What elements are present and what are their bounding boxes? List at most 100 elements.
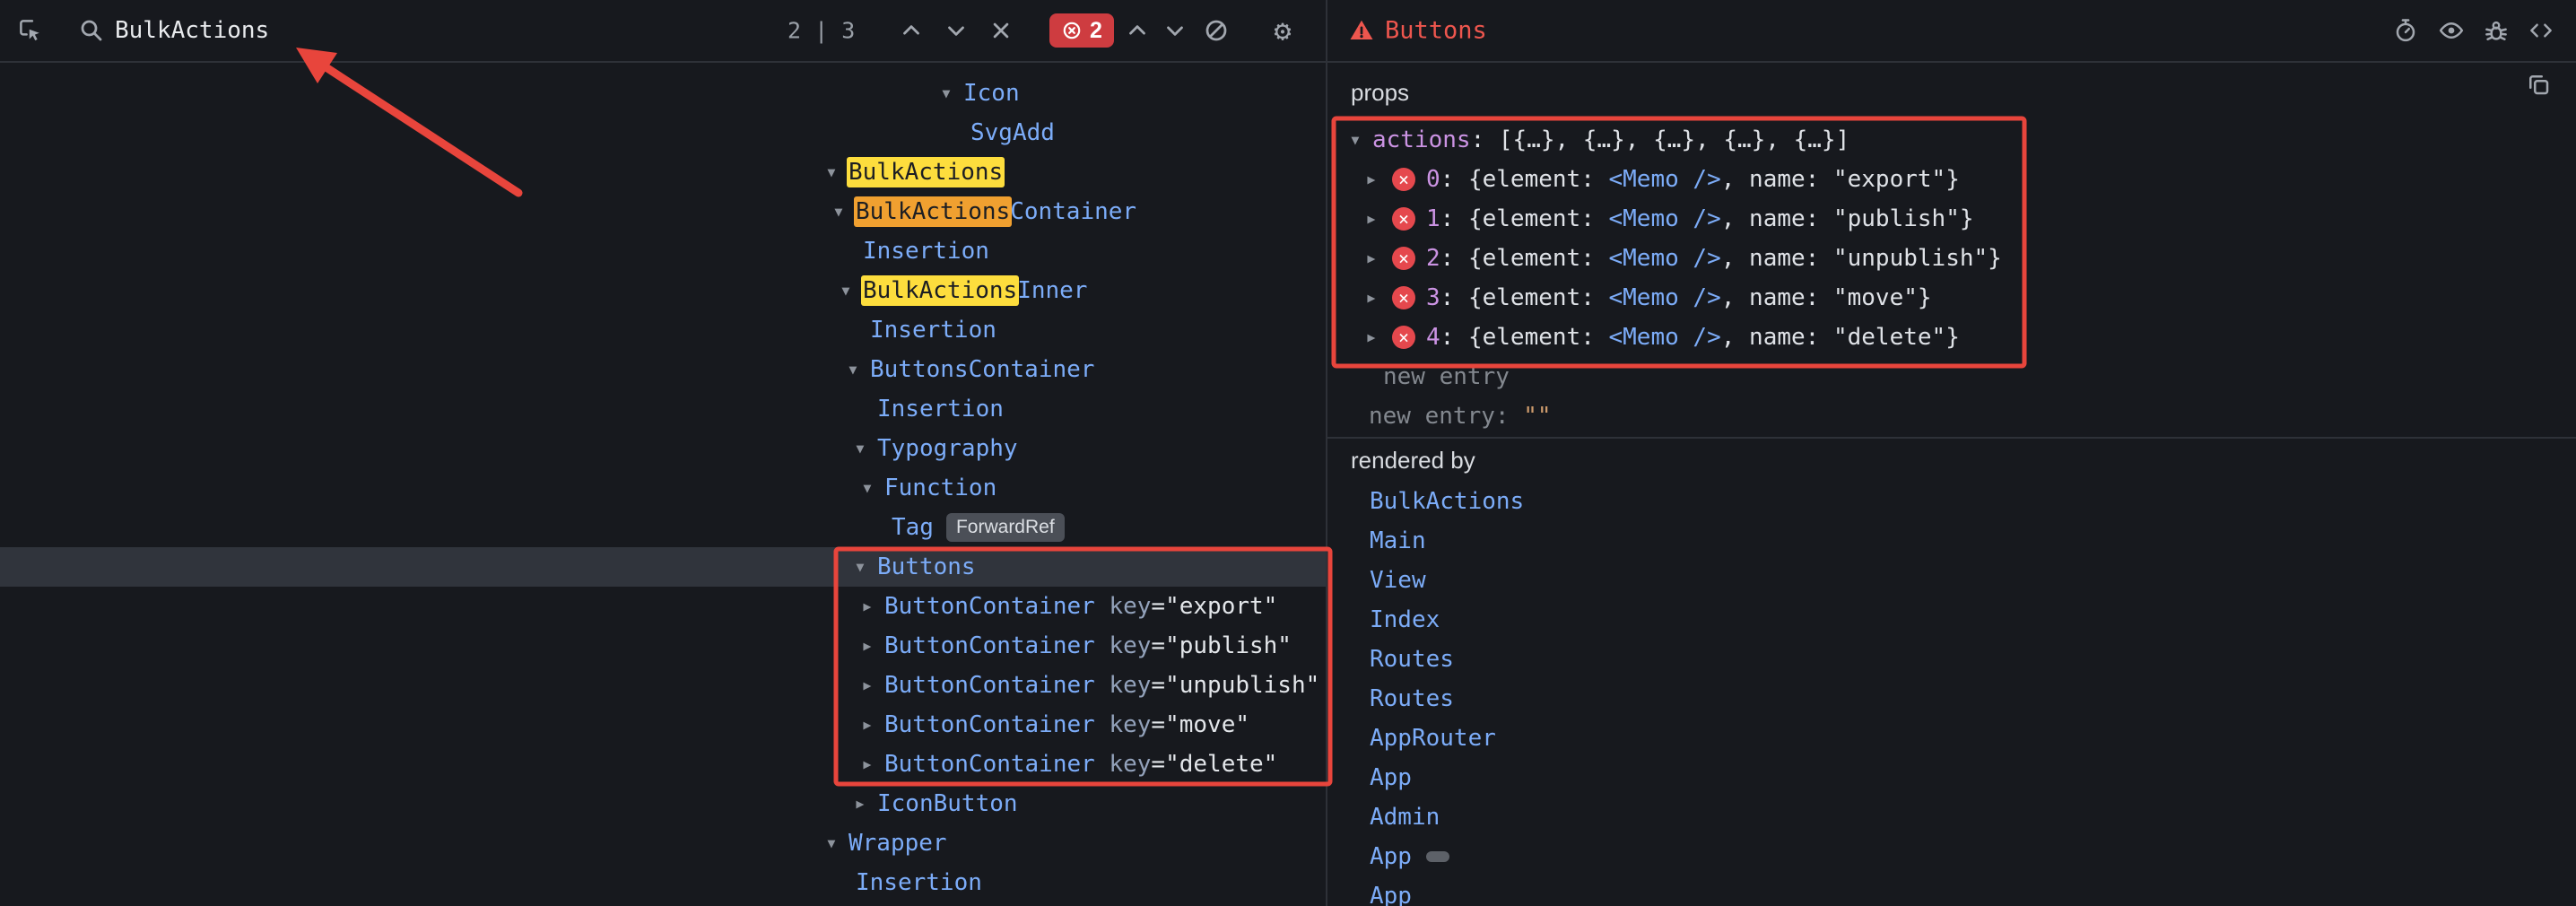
remove-entry-icon[interactable]: × <box>1392 207 1415 231</box>
rendered-by-item[interactable]: BulkActions <box>1327 482 2576 521</box>
tree-row[interactable]: ▸ButtonContainer key="publish" <box>0 626 1326 666</box>
chevron-down-icon[interactable]: ▾ <box>840 281 863 301</box>
rendered-by-item[interactable]: App <box>1327 837 2576 876</box>
remove-entry-icon[interactable]: × <box>1392 168 1415 191</box>
chevron-down-icon[interactable]: ▾ <box>847 360 870 380</box>
tree-row[interactable]: ▸IconButton <box>0 784 1326 823</box>
rendered-by-item[interactable]: Admin <box>1327 797 2576 837</box>
tree-row[interactable]: ▾BulkActionsInner <box>0 271 1326 310</box>
tree-row[interactable]: ▸ButtonContainer key="move" <box>0 705 1326 745</box>
panel-divider[interactable] <box>1326 0 1327 906</box>
stopwatch-icon[interactable] <box>2389 14 2422 47</box>
rendered-by-item[interactable]: Routes <box>1327 640 2576 679</box>
chevron-right-icon[interactable]: ▸ <box>861 597 884 617</box>
tree-row[interactable]: ▾Icon <box>0 74 1326 113</box>
rendered-by-item[interactable]: App <box>1327 758 2576 797</box>
circle-slash-icon[interactable] <box>1200 14 1232 47</box>
remove-entry-icon[interactable]: × <box>1392 247 1415 270</box>
search-input[interactable] <box>115 0 671 61</box>
rendered-by-item[interactable]: Index <box>1327 600 2576 640</box>
chevron-right-icon[interactable]: ▸ <box>861 636 884 657</box>
prop-row-array-item[interactable]: ▸×0: {element: <Memo />, name: "export"} <box>1327 160 2576 199</box>
chevron-down-icon[interactable]: ▾ <box>940 83 963 104</box>
prop-value: : {element: <box>1440 245 1609 272</box>
chevron-right-icon[interactable]: ▸ <box>861 675 884 696</box>
prop-row-array-item[interactable]: ▸×1: {element: <Memo />, name: "publish"… <box>1327 199 2576 239</box>
tree-row[interactable]: ▾BulkActionsContainer <box>0 192 1326 231</box>
tree-row[interactable]: ▸ButtonContainer key="unpublish" <box>0 666 1326 705</box>
memo-element: <Memo /> <box>1609 324 1721 351</box>
chevron-down-icon[interactable]: ▾ <box>825 833 849 854</box>
chevron-right-icon[interactable]: ▸ <box>1365 248 1388 269</box>
tree-row[interactable]: Insertion <box>0 863 1326 902</box>
memo-element: <Memo /> <box>1609 284 1721 311</box>
new-entry-row[interactable]: new entry: "" <box>1327 396 2576 436</box>
chevron-down-icon[interactable]: ▾ <box>854 439 877 459</box>
tree-row[interactable]: ▾Wrapper <box>0 823 1326 863</box>
prop-row-array-item[interactable]: ▸×4: {element: <Memo />, name: "delete"} <box>1327 318 2576 357</box>
chevron-down-icon[interactable]: ▾ <box>825 162 849 183</box>
chevron-right-icon[interactable]: ▸ <box>1365 288 1388 309</box>
code-brackets-icon[interactable] <box>2525 14 2557 47</box>
inspect-element-icon[interactable] <box>14 14 47 47</box>
rendered-by-item[interactable]: App <box>1327 876 2576 906</box>
component-name: Routes <box>1370 646 1454 673</box>
prop-row-array-item[interactable]: ▸×3: {element: <Memo />, name: "move"} <box>1327 278 2576 318</box>
remove-entry-icon[interactable]: × <box>1392 326 1415 349</box>
array-new-entry-row[interactable]: new entry <box>1327 357 2576 396</box>
chevron-down-icon[interactable]: ▾ <box>1349 130 1372 151</box>
chevron-right-icon[interactable]: ▸ <box>861 754 884 775</box>
copy-icon[interactable] <box>2522 68 2554 100</box>
tree-row[interactable]: ▸ButtonContainer key="delete" <box>0 745 1326 784</box>
prop-row-actions[interactable]: ▾actions: [{…}, {…}, {…}, {…}, {…}] <box>1327 120 2576 160</box>
rendered-by-item[interactable]: AppRouter <box>1327 719 2576 758</box>
rendered-by-item[interactable]: View <box>1327 561 2576 600</box>
circle-x-icon <box>1061 20 1083 41</box>
warning-icon <box>1345 14 1378 47</box>
prop-index: 2 <box>1426 245 1440 272</box>
tree-row[interactable]: Insertion <box>0 389 1326 429</box>
chevron-right-icon[interactable]: ▸ <box>1365 209 1388 230</box>
key-attribute: key="delete" <box>1109 751 1277 778</box>
tree-row[interactable]: ▾Typography <box>0 429 1326 468</box>
chevron-up-icon[interactable] <box>895 14 927 47</box>
chevron-down-icon[interactable]: ▾ <box>832 202 856 222</box>
chevron-right-icon[interactable]: ▸ <box>1365 327 1388 348</box>
tree-row[interactable]: ▾BulkActions <box>0 152 1326 192</box>
component-tree: ▾IconSvgAdd▾BulkActions▾BulkActionsConta… <box>0 65 1326 906</box>
chevron-down-icon[interactable] <box>1159 14 1191 47</box>
props-header: props <box>1351 79 1409 107</box>
memo-element: <Memo /> <box>1609 245 1721 272</box>
tree-row[interactable]: ▾ButtonsContainer <box>0 350 1326 389</box>
key-attribute: key="unpublish" <box>1109 672 1319 699</box>
close-icon[interactable] <box>985 14 1017 47</box>
chevron-right-icon[interactable]: ▸ <box>861 715 884 736</box>
tree-row[interactable]: Insertion <box>0 231 1326 271</box>
chevron-down-icon[interactable]: ▾ <box>861 478 884 499</box>
component-name: Tag <box>892 514 934 541</box>
chevron-down-icon[interactable]: ▾ <box>854 557 877 578</box>
tree-row[interactable]: TagForwardRef <box>0 508 1326 547</box>
tree-row[interactable]: Insertion <box>0 310 1326 350</box>
eye-icon[interactable] <box>2435 14 2467 47</box>
tree-row[interactable]: SvgAdd <box>0 113 1326 152</box>
error-count-badge[interactable]: 2 <box>1049 13 1114 48</box>
key-attribute: key="publish" <box>1109 632 1292 659</box>
rendered-by-item[interactable]: Routes <box>1327 679 2576 719</box>
tree-row[interactable]: ▾Buttons <box>0 547 1326 587</box>
chevron-up-icon[interactable] <box>1121 14 1153 47</box>
attr-value: ="unpublish" <box>1151 672 1319 699</box>
chevron-right-icon[interactable]: ▸ <box>854 794 877 815</box>
remove-entry-icon[interactable]: × <box>1392 286 1415 309</box>
gear-icon[interactable]: ⚙ <box>1266 14 1299 47</box>
chevron-right-icon[interactable]: ▸ <box>1365 170 1388 190</box>
tree-row[interactable]: ▸ButtonContainer key="export" <box>0 587 1326 626</box>
chevron-down-icon[interactable] <box>940 14 972 47</box>
component-name: Insertion <box>856 869 982 896</box>
tree-toolbar: 2 | 3 2 ⚙ <box>0 0 1326 61</box>
rendered-by-item[interactable]: Main <box>1327 521 2576 561</box>
prop-row-array-item[interactable]: ▸×2: {element: <Memo />, name: "unpublis… <box>1327 239 2576 278</box>
tree-row[interactable]: ▾Function <box>0 468 1326 508</box>
bug-icon[interactable] <box>2480 14 2512 47</box>
search-results-count: 2 | 3 <box>788 18 855 44</box>
